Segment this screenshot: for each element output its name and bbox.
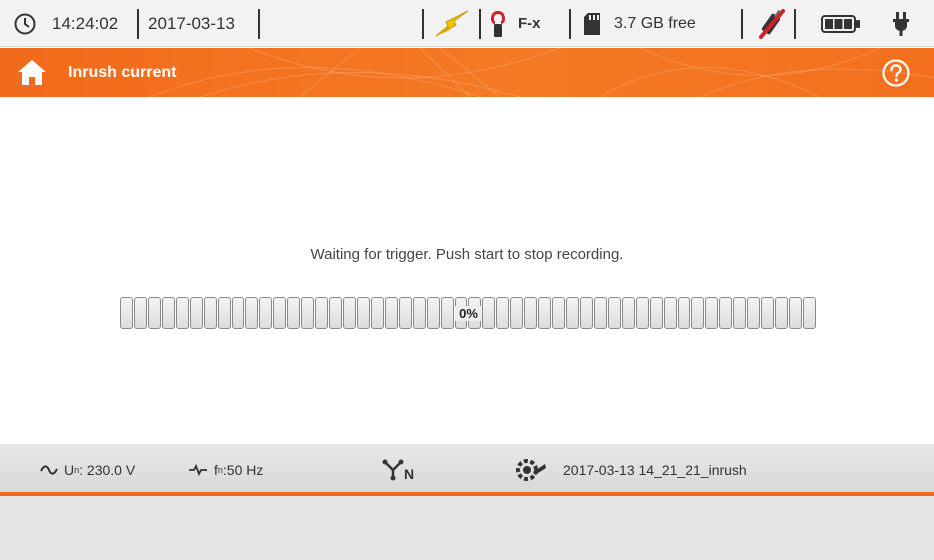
page-title: Inrush current [68, 63, 177, 81]
sine-wave-icon [40, 464, 58, 475]
info-bar: Un: 230.0 V f n:50 Hz N 2017-03-13 14_21_… [0, 444, 934, 495]
recording-settings: 2017-03-13 14_21_21_inrush [515, 444, 747, 495]
status-message: Waiting for trigger. Push start to stop … [310, 246, 624, 263]
nominal-frequency: f n:50 Hz [188, 444, 263, 495]
settings-gear-icon [516, 458, 546, 481]
status-date: 2017-03-13 [148, 13, 235, 33]
storage-free: 3.7 GB free [614, 14, 696, 32]
recording-name: 2017-03-13 14_21_21_inrush [563, 461, 747, 478]
battery-icon [821, 0, 861, 47]
power-plug-icon [891, 0, 911, 47]
clamp-icon [489, 0, 507, 47]
home-icon [18, 60, 46, 85]
sd-card-icon [583, 0, 601, 47]
home-button[interactable] [17, 59, 47, 86]
title-bar: Inrush current [0, 48, 934, 97]
clock-icon [14, 0, 36, 47]
help-button[interactable] [882, 59, 910, 87]
network-y-icon [382, 459, 404, 480]
progress-label: 0% [455, 305, 482, 321]
status-time: 14:24:02 [52, 13, 119, 33]
network-type: N [382, 444, 414, 495]
lightning-icon [432, 0, 472, 47]
usb-disconnected-icon [756, 0, 788, 47]
progress-bar: 0% [120, 297, 817, 329]
nominal-voltage: Un: 230.0 V [40, 444, 135, 495]
status-bar: 14:24:02 2017-03-13 F-x 3.7 GB free [0, 0, 934, 47]
frequency-wave-icon [189, 463, 207, 476]
clamp-type: F-x [518, 15, 541, 32]
softkey-area [0, 496, 934, 560]
help-icon [882, 59, 910, 87]
